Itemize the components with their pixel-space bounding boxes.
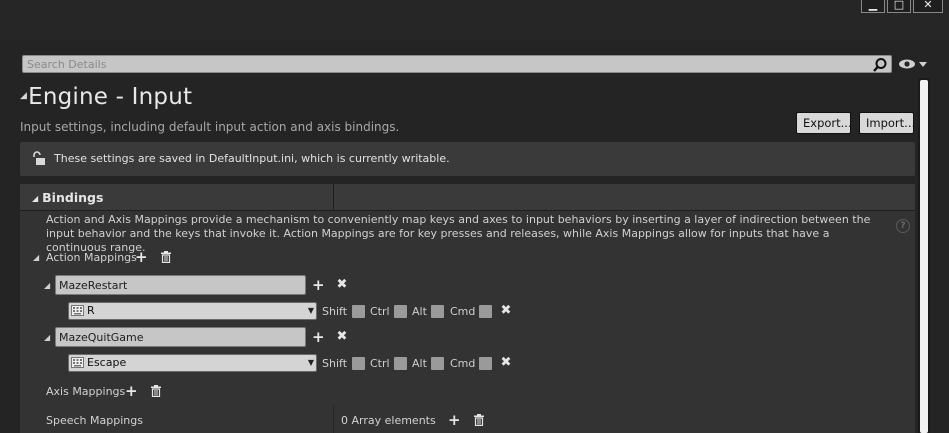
bindings-description: Action and Axis Mappings provide a mecha… [46, 213, 871, 254]
action-name-input[interactable] [56, 328, 305, 346]
action-name-field [55, 327, 306, 347]
collapse-triangle-icon[interactable]: ◢ [44, 333, 50, 342]
search-bar [22, 55, 892, 73]
alt-label: Alt [412, 305, 427, 318]
ctrl-label: Ctrl [370, 305, 390, 318]
alt-label: Alt [412, 357, 427, 370]
title-bar: ▁ □ ✕ [0, 0, 949, 40]
search-input[interactable] [27, 56, 867, 72]
trash-icon[interactable] [150, 385, 162, 397]
speech-array-count: 0 Array elements [341, 414, 436, 427]
shift-checkbox[interactable] [352, 305, 365, 318]
alt-checkbox[interactable] [431, 305, 444, 318]
maximize-icon: □ [893, 0, 905, 11]
bindings-label: ◢ Bindings [32, 190, 103, 205]
ctrl-label: Ctrl [370, 357, 390, 370]
window-controls: ▁ □ ✕ [861, 0, 943, 13]
cmd-checkbox[interactable] [479, 357, 492, 370]
collapse-triangle-icon[interactable]: ◢ [20, 91, 27, 101]
export-button[interactable]: Export... [796, 112, 852, 134]
page-subtitle: Input settings, including default input … [20, 120, 400, 134]
x-icon[interactable]: ✖ [336, 278, 348, 291]
close-icon: ✕ [923, 0, 933, 11]
import-button[interactable]: Import... [859, 112, 915, 134]
plus-icon[interactable]: + [312, 330, 325, 345]
key-value: Escape [87, 356, 127, 369]
plus-icon[interactable]: + [135, 250, 148, 265]
ctrl-checkbox[interactable] [394, 357, 407, 370]
bindings-section-header[interactable]: ◢ Bindings [20, 184, 915, 211]
search-icon[interactable] [872, 57, 888, 73]
speech-mappings-label: Speech Mappings [46, 414, 143, 427]
plus-icon[interactable]: + [125, 384, 138, 399]
notice-text: These settings are saved in DefaultInput… [54, 152, 450, 165]
axis-mappings-label: Axis Mappings [46, 385, 126, 398]
shift-label: Shift [322, 357, 348, 370]
keyboard-icon [71, 305, 84, 316]
shift-checkbox[interactable] [352, 357, 365, 370]
collapse-triangle-icon[interactable]: ◢ [33, 253, 39, 262]
ctrl-checkbox[interactable] [394, 305, 407, 318]
scrollbar-thumb[interactable] [920, 80, 928, 433]
key-value: R [87, 304, 95, 317]
trash-icon[interactable] [473, 414, 485, 426]
plus-icon[interactable]: + [448, 413, 461, 428]
action-mappings-label: Action Mappings [46, 251, 137, 264]
close-button[interactable]: ✕ [913, 0, 943, 13]
chevron-down-icon: ▼ [307, 358, 314, 367]
plus-icon[interactable]: + [312, 278, 325, 293]
cmd-checkbox[interactable] [479, 305, 492, 318]
shift-label: Shift [322, 305, 348, 318]
action-name-input[interactable] [56, 276, 305, 294]
trash-icon[interactable] [160, 251, 172, 263]
action-name-field [55, 275, 306, 295]
lock-icon [33, 151, 45, 165]
column-divider [333, 406, 334, 433]
bindings-label-text: Bindings [42, 190, 104, 205]
page-title: ◢Engine - Input [20, 84, 192, 110]
key-selector[interactable]: R ▼ [68, 302, 317, 320]
x-icon[interactable]: ✖ [500, 304, 512, 317]
collapse-triangle-icon: ◢ [32, 194, 39, 203]
config-notice: These settings are saved in DefaultInput… [20, 142, 915, 176]
chevron-down-icon: ▼ [307, 306, 314, 315]
collapse-triangle-icon[interactable]: ◢ [44, 281, 50, 290]
column-divider[interactable] [333, 184, 334, 211]
minimize-button[interactable]: ▁ [861, 0, 885, 13]
eye-icon[interactable] [898, 57, 928, 71]
help-icon[interactable]: ? [896, 219, 910, 233]
page-title-text: Engine - Input [28, 84, 193, 110]
cmd-label: Cmd [450, 357, 476, 370]
cmd-label: Cmd [450, 305, 476, 318]
keyboard-icon [71, 357, 84, 368]
maximize-button[interactable]: □ [887, 0, 911, 13]
key-selector[interactable]: Escape ▼ [68, 354, 317, 372]
alt-checkbox[interactable] [431, 357, 444, 370]
x-icon[interactable]: ✖ [336, 330, 348, 343]
x-icon[interactable]: ✖ [500, 356, 512, 369]
minimize-icon: ▁ [868, 0, 878, 11]
